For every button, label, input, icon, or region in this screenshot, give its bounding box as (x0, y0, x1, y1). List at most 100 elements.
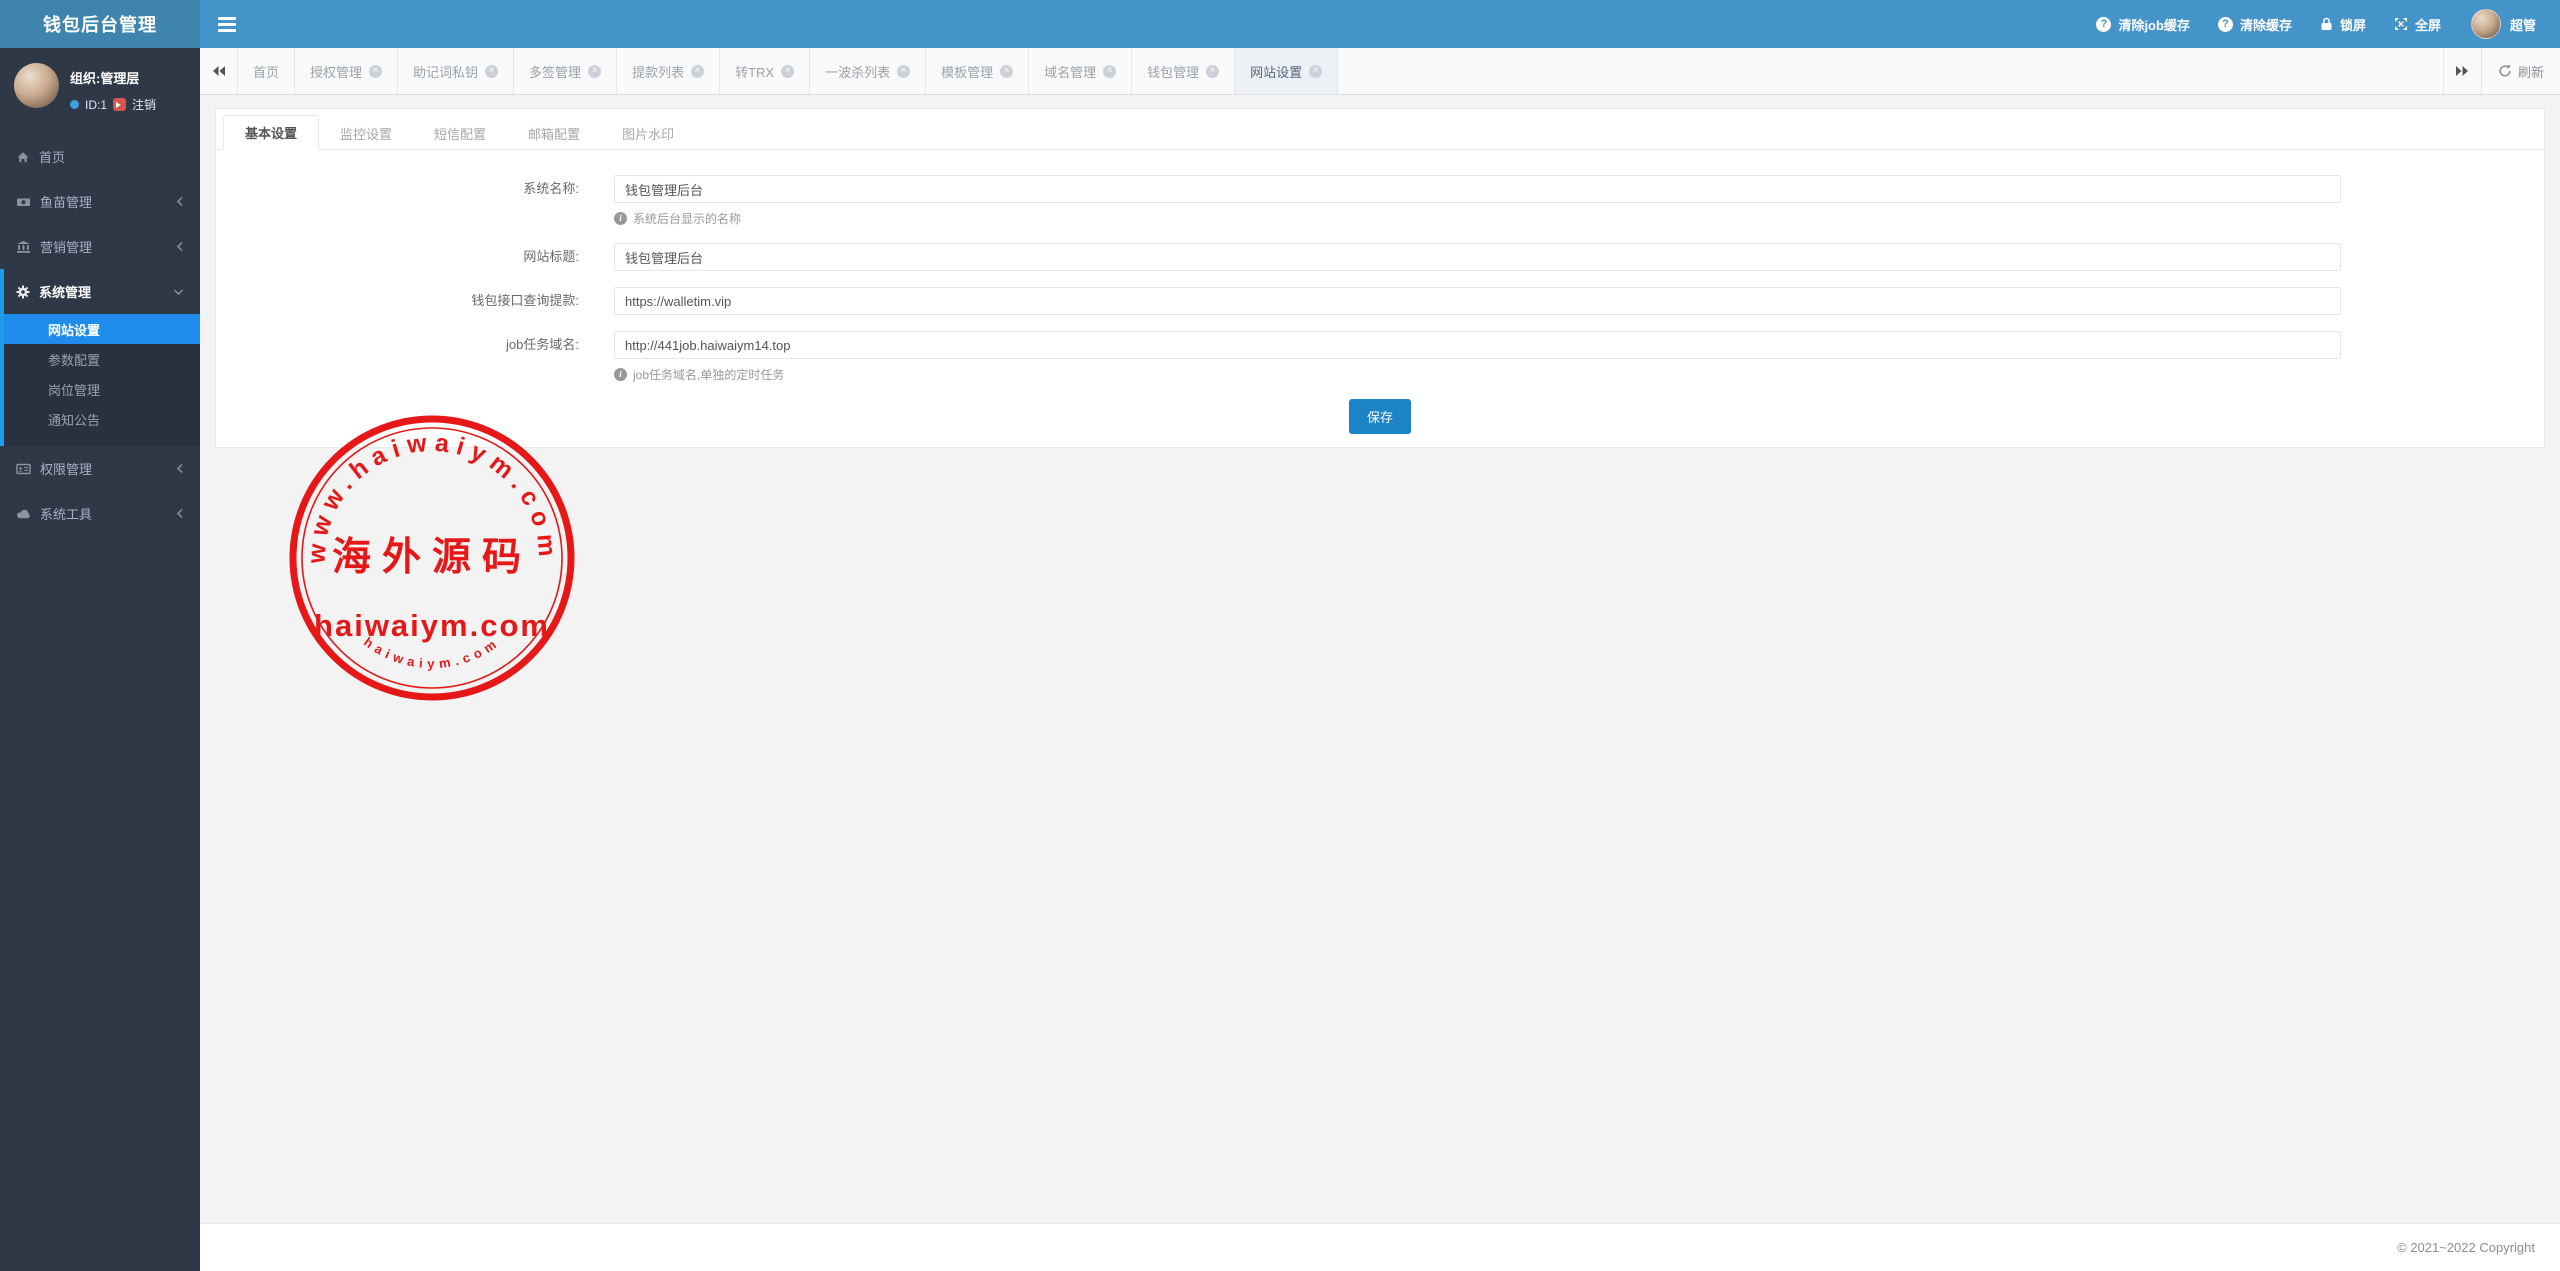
close-icon[interactable]: × (897, 64, 911, 78)
watermark-stamp: www.haiwaiym.com 海外源码 haiwaiym.com haiwa… (289, 415, 575, 701)
tab-sms-config[interactable]: 短信配置 (413, 117, 507, 150)
refresh-icon (2499, 65, 2511, 77)
lock-screen-label: 锁屏 (2339, 17, 2366, 33)
tab-email-config[interactable]: 邮箱配置 (507, 117, 601, 150)
sidebar-toggle-button[interactable] (200, 0, 254, 48)
profile-avatar[interactable] (14, 63, 59, 108)
fullscreen-icon (2394, 17, 2408, 31)
site-title-label: 网站标题: (523, 249, 579, 264)
close-icon[interactable]: × (691, 64, 705, 78)
form-row: 网站标题: (216, 243, 2544, 271)
tab-multisig-mgmt[interactable]: 多签管理 × (514, 48, 618, 94)
fullscreen-button[interactable]: 全屏 (2380, 0, 2455, 48)
close-icon[interactable]: × (485, 64, 499, 78)
money-icon (16, 195, 31, 209)
scroll-tabs-left-button[interactable] (200, 48, 238, 94)
tab-domain-mgmt[interactable]: 域名管理 × (1029, 48, 1133, 94)
tab-withdraw-list[interactable]: 提款列表 × (617, 48, 721, 94)
close-icon[interactable]: × (781, 64, 795, 78)
home-icon (16, 150, 30, 164)
wallet-api-label: 钱包接口查询提款: (471, 293, 579, 308)
logout-link[interactable]: 注销 (132, 96, 156, 113)
form-row: 系统名称: i 系统后台显示的名称 (216, 175, 2544, 227)
sidebar-item-system-tools[interactable]: 系统工具 (0, 491, 200, 536)
main-area: 首页 授权管理 × 助记词私钥 × 多签管理 × 提款列表 × 转TRX × 一波杀列表 ×… (200, 48, 2560, 1271)
tab-wallet-mgmt[interactable]: 钱包管理 × (1132, 48, 1236, 94)
close-icon[interactable]: × (1206, 64, 1220, 78)
info-icon: i (614, 368, 627, 381)
question-circle-icon: ? (2096, 16, 2112, 32)
sidebar-item-param-config[interactable]: 参数配置 (4, 344, 200, 374)
bank-icon (16, 240, 31, 254)
lock-screen-button[interactable]: 锁屏 (2306, 0, 2380, 48)
tab-yibosha-list[interactable]: 一波杀列表 × (810, 48, 927, 94)
sidebar-item-post-mgmt[interactable]: 岗位管理 (4, 374, 200, 404)
job-domain-label: job任务域名: (506, 337, 579, 352)
sidebar-item-notice[interactable]: 通知公告 (4, 404, 200, 434)
close-icon[interactable]: × (1000, 64, 1014, 78)
scroll-tabs-right-button[interactable] (2442, 48, 2481, 94)
tab-site-settings[interactable]: 网站设置 × (1235, 48, 1339, 94)
clear-cache-label: 清除缓存 (2239, 17, 2292, 33)
tab-basic-settings[interactable]: 基本设置 (223, 115, 320, 150)
sidebar-item-home[interactable]: 首页 (0, 134, 200, 179)
user-menu-button[interactable]: 超管 (2455, 9, 2542, 39)
sidebar-item-marketing-mgmt[interactable]: 营销管理 (0, 224, 200, 269)
system-name-input[interactable] (614, 175, 2341, 203)
gear-icon (16, 285, 30, 299)
tab-mnemonic-key[interactable]: 助记词私钥 × (398, 48, 515, 94)
tab-image-watermark[interactable]: 图片水印 (601, 117, 695, 150)
header-actions: ? 清除job缓存 ? 清除缓存 锁屏 全屏 超管 (2082, 0, 2560, 48)
sidebar-item-fry-mgmt[interactable]: 鱼苗管理 (0, 179, 200, 224)
tab-transfer-trx[interactable]: 转TRX × (720, 48, 811, 94)
site-title-input[interactable] (614, 243, 2341, 271)
sidebar-profile: 组织:管理层 ID:1 注销 (0, 48, 200, 127)
system-name-label: 系统名称: (523, 181, 579, 196)
sidebar-item-site-settings[interactable]: 网站设置 (4, 314, 200, 344)
job-domain-input[interactable] (614, 331, 2341, 359)
user-name: 超管 (2509, 17, 2536, 33)
stamp-center-en-text: haiwaiym.com (314, 608, 550, 643)
close-icon[interactable]: × (1309, 64, 1323, 78)
sidebar-item-permission-mgmt[interactable]: 权限管理 (0, 446, 200, 491)
profile-id: ID:1 (85, 97, 108, 112)
cloud-icon (16, 507, 31, 521)
clear-job-cache-button[interactable]: ? 清除job缓存 (2082, 0, 2204, 48)
close-icon[interactable]: × (369, 64, 383, 78)
system-mgmt-submenu: 网站设置 参数配置 岗位管理 通知公告 (4, 314, 200, 446)
tab-auth-mgmt[interactable]: 授权管理 × (295, 48, 399, 94)
brand-title: 钱包后台管理 (0, 0, 200, 48)
close-icon[interactable]: × (1103, 64, 1117, 78)
tab-template-mgmt[interactable]: 模板管理 × (926, 48, 1030, 94)
online-status-icon (70, 100, 79, 109)
settings-card: 基本设置 监控设置 短信配置 邮箱配置 图片水印 系统名称: i 系统后台显示的… (215, 108, 2545, 448)
chevron-left-icon (176, 508, 184, 519)
stamp-center-cn-text: 海外源码 (332, 536, 532, 579)
form-row: job任务域名: i job任务域名,单独的定时任务 (216, 331, 2544, 383)
wallet-api-input[interactable] (614, 287, 2341, 315)
fullscreen-label: 全屏 (2414, 17, 2441, 33)
job-domain-help: i job任务域名,单独的定时任务 (614, 366, 2544, 383)
close-icon[interactable]: × (588, 64, 602, 78)
tab-home[interactable]: 首页 (238, 48, 296, 94)
top-header: 钱包后台管理 ? 清除job缓存 ? 清除缓存 锁屏 全屏 超管 (0, 0, 2560, 48)
refresh-tab-button[interactable]: 刷新 (2480, 48, 2560, 94)
stamp-inner-ring (301, 427, 563, 689)
sign-out-icon (113, 98, 127, 111)
tab-monitor-settings[interactable]: 监控设置 (319, 117, 413, 150)
profile-info: 组织:管理层 ID:1 注销 (70, 63, 156, 113)
stamp-arc-top-text: www.haiwaiym.com (302, 428, 561, 565)
save-button[interactable]: 保存 (1348, 399, 1411, 434)
system-name-help: i 系统后台显示的名称 (614, 210, 2544, 227)
sidebar-item-system-mgmt[interactable]: 系统管理 (4, 269, 200, 314)
stamp-arc-bottom-text: haiwaiym.com (361, 634, 503, 671)
double-arrow-right-icon (2456, 66, 2469, 76)
chevron-left-icon (176, 196, 184, 207)
footer: © 2021~2022 Copyright (200, 1223, 2560, 1271)
info-icon: i (614, 212, 627, 225)
clear-cache-button[interactable]: ? 清除缓存 (2204, 0, 2306, 48)
chevron-left-icon (176, 463, 184, 474)
user-avatar (2470, 9, 2501, 39)
sidebar-menu: 首页 鱼苗管理 营销管理 系统管理 网站设置 参数配置 岗位管理 通知公告 权限… (0, 134, 200, 536)
lock-icon (2320, 17, 2333, 31)
